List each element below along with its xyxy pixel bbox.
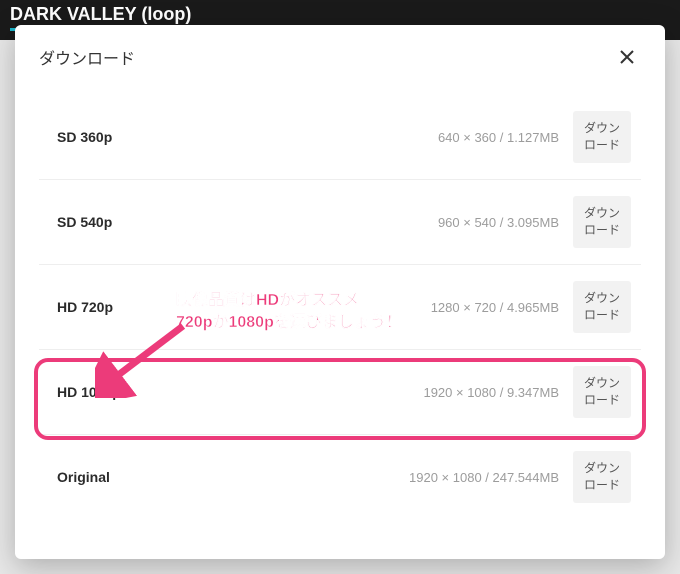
download-button[interactable]: ダウン ロード <box>573 281 631 333</box>
download-options-list: SD 360p 640 × 360 / 1.127MB ダウン ロード SD 5… <box>15 85 665 559</box>
modal-title: ダウンロード <box>39 45 135 69</box>
download-button[interactable]: ダウン ロード <box>573 451 631 503</box>
spec-label: 1920 × 1080 / 9.347MB <box>209 385 573 400</box>
quality-label: SD 540p <box>49 214 209 230</box>
spec-label: 640 × 360 / 1.127MB <box>209 130 573 145</box>
quality-label: HD 720p <box>49 299 209 315</box>
spec-label: 1920 × 1080 / 247.544MB <box>209 470 573 485</box>
background-title: DARK VALLEY (loop) <box>10 4 191 25</box>
close-button[interactable] <box>613 43 641 71</box>
download-option-row: SD 540p 960 × 540 / 3.095MB ダウン ロード <box>39 180 641 265</box>
spec-label: 1280 × 720 / 4.965MB <box>209 300 573 315</box>
download-modal: ダウンロード SD 360p 640 × 360 / 1.127MB ダウン ロ… <box>15 25 665 559</box>
download-option-row: SD 360p 640 × 360 / 1.127MB ダウン ロード <box>39 95 641 180</box>
download-button[interactable]: ダウン ロード <box>573 196 631 248</box>
download-button[interactable]: ダウン ロード <box>573 111 631 163</box>
download-option-row: HD 720p 1280 × 720 / 4.965MB ダウン ロード <box>39 265 641 350</box>
quality-label: SD 360p <box>49 129 209 145</box>
download-option-row: Original 1920 × 1080 / 247.544MB ダウン ロード <box>39 435 641 519</box>
modal-header: ダウンロード <box>15 25 665 85</box>
download-option-row: HD 1080p 1920 × 1080 / 9.347MB ダウン ロード <box>39 350 641 435</box>
spec-label: 960 × 540 / 3.095MB <box>209 215 573 230</box>
close-icon <box>619 49 635 65</box>
download-button[interactable]: ダウン ロード <box>573 366 631 418</box>
quality-label: HD 1080p <box>49 384 209 400</box>
quality-label: Original <box>49 469 209 485</box>
